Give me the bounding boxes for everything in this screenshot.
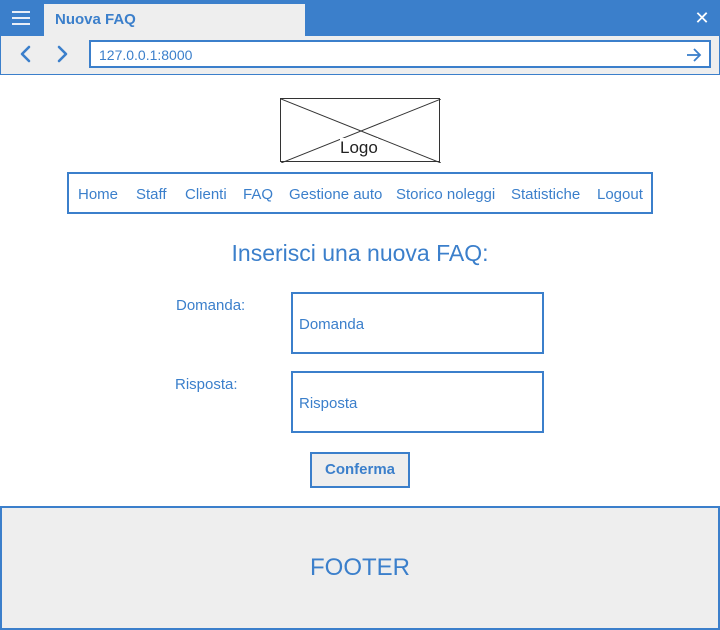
nav-item-storico-noleggi[interactable]: Storico noleggi bbox=[396, 186, 495, 203]
answer-input-text: Risposta bbox=[299, 395, 358, 412]
nav-item-gestione-auto[interactable]: Gestione auto bbox=[289, 186, 382, 203]
browser-tab[interactable]: Nuova FAQ bbox=[44, 4, 305, 36]
footer-text: FOOTER bbox=[310, 554, 410, 581]
question-input-text: Domanda bbox=[299, 316, 365, 333]
tab-title: Nuova FAQ bbox=[55, 11, 136, 28]
main-navigation: Home Staff Clienti FAQ Gestione auto Sto… bbox=[67, 172, 653, 214]
nav-item-staff[interactable]: Staff bbox=[136, 186, 167, 203]
arrow-right-icon[interactable] bbox=[685, 45, 703, 65]
footer: FOOTER bbox=[0, 506, 720, 630]
logo-label: Logo bbox=[340, 138, 378, 158]
chevron-right-icon[interactable] bbox=[51, 42, 73, 66]
nav-item-clienti[interactable]: Clienti bbox=[185, 186, 227, 203]
nav-item-faq[interactable]: FAQ bbox=[243, 186, 273, 203]
question-label: Domanda: bbox=[176, 297, 246, 314]
url-text: 127.0.0.1:8000 bbox=[99, 47, 193, 63]
nav-item-logout[interactable]: Logout bbox=[597, 186, 643, 203]
confirm-button[interactable]: Conferma bbox=[310, 452, 410, 488]
nav-item-statistiche[interactable]: Statistiche bbox=[511, 186, 580, 203]
close-icon[interactable]: ✕ bbox=[692, 8, 712, 28]
url-input[interactable]: 127.0.0.1:8000 bbox=[89, 40, 711, 68]
title-bar: Nuova FAQ ✕ bbox=[0, 0, 720, 36]
logo-placeholder: Logo bbox=[280, 98, 441, 163]
hamburger-icon[interactable] bbox=[12, 11, 32, 25]
question-input[interactable]: Domanda bbox=[291, 292, 544, 354]
chevron-left-icon[interactable] bbox=[15, 42, 37, 66]
answer-input[interactable]: Risposta bbox=[291, 371, 544, 433]
address-bar-row: 127.0.0.1:8000 bbox=[0, 36, 720, 75]
answer-label: Risposta: bbox=[175, 376, 238, 393]
nav-item-home[interactable]: Home bbox=[78, 186, 118, 203]
page-title: Inserisci una nuova FAQ: bbox=[231, 240, 489, 266]
